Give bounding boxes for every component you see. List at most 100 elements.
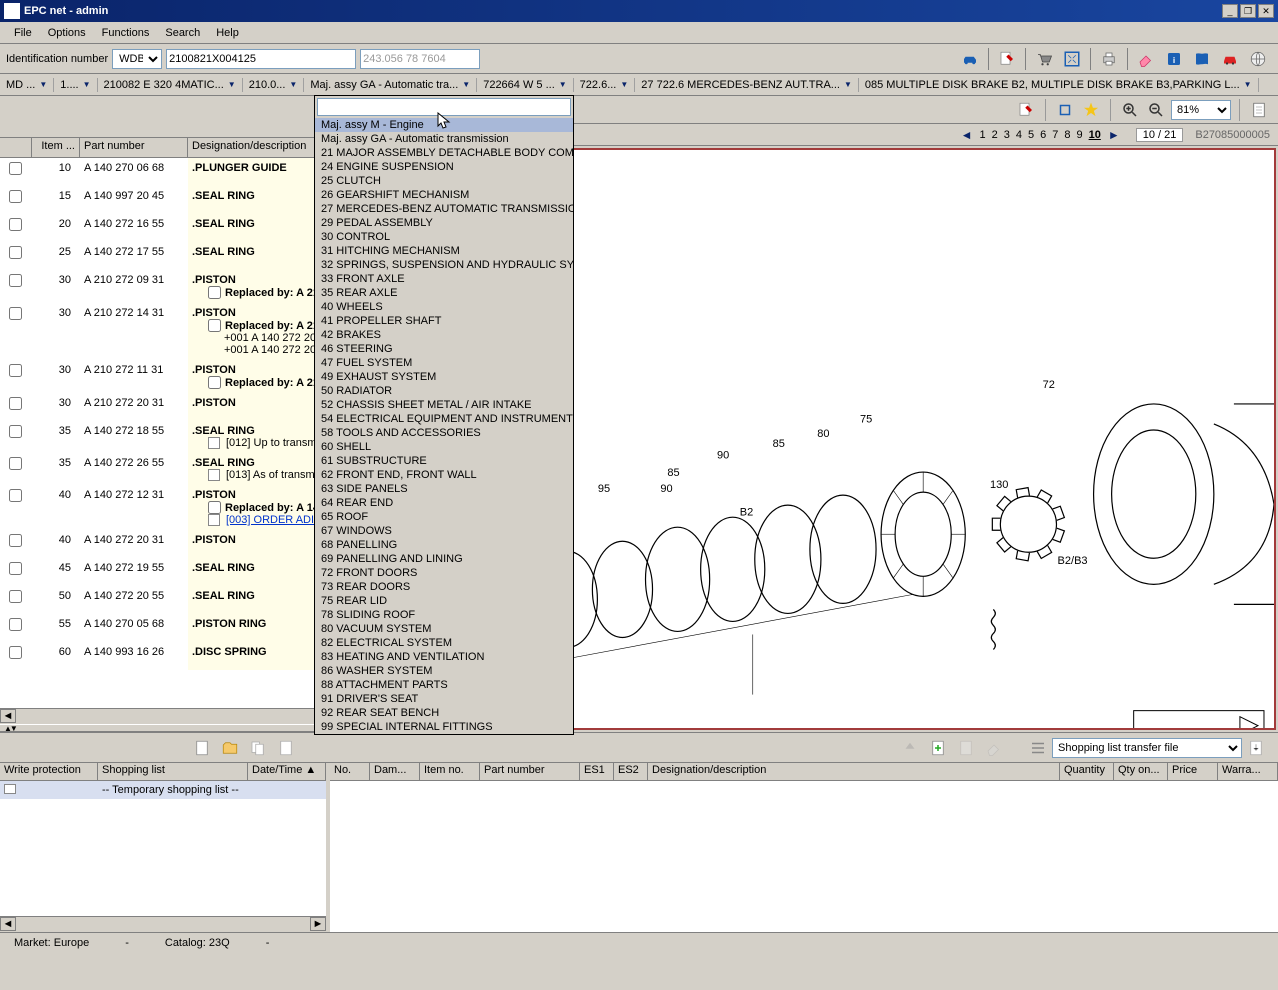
menu-functions[interactable]: Functions [94,25,158,41]
export-icon[interactable] [1244,736,1268,760]
doc-icon[interactable] [274,736,298,760]
dropdown-item[interactable]: 33 FRONT AXLE [315,272,573,286]
dropdown-item[interactable]: 78 SLIDING ROOF [315,608,573,622]
menu-help[interactable]: Help [208,25,247,41]
dropdown-item[interactable]: 27 MERCEDES-BENZ AUTOMATIC TRANSMISSION [315,202,573,216]
dropdown-item[interactable]: 88 ATTACHMENT PARTS [315,678,573,692]
shop-col[interactable]: Part number [480,763,580,780]
page-number[interactable]: 1 [976,129,988,141]
page-number[interactable]: 10 [1086,129,1104,141]
zoom-in-icon[interactable] [1119,99,1141,121]
page-number[interactable]: 5 [1025,129,1037,141]
note-icon[interactable] [1015,99,1037,121]
maximize-button[interactable]: ❐ [1240,4,1256,18]
dropdown-item[interactable]: 29 PEDAL ASSEMBLY [315,216,573,230]
remove-icon[interactable] [954,736,978,760]
minimize-button[interactable]: _ [1222,4,1238,18]
page-number[interactable]: 3 [1001,129,1013,141]
part-checkbox[interactable] [9,218,22,231]
replaced-checkbox[interactable] [208,319,221,332]
dropdown-item[interactable]: 82 ELECTRICAL SYSTEM [315,636,573,650]
part-checkbox[interactable] [9,425,22,438]
part-checkbox[interactable] [9,618,22,631]
dropdown-item[interactable]: 60 SHELL [315,440,573,454]
part-checkbox[interactable] [9,274,22,287]
dropdown-item[interactable]: 80 VACUUM SYSTEM [315,622,573,636]
dropdown-item[interactable]: 67 WINDOWS [315,524,573,538]
breadcrumb-item[interactable]: 085 MULTIPLE DISK BRAKE B2, MULTIPLE DIS… [859,78,1259,92]
page-number[interactable]: 6 [1037,129,1049,141]
replaced-checkbox[interactable] [208,286,221,299]
dropdown-item[interactable]: 32 SPRINGS, SUSPENSION AND HYDRAULIC SYS… [315,258,573,272]
dropdown-item[interactable]: 63 SIDE PANELS [315,482,573,496]
part-checkbox[interactable] [9,364,22,377]
dropdown-item[interactable]: 73 REAR DOORS [315,580,573,594]
part-checkbox[interactable] [9,562,22,575]
dropdown-item[interactable]: 26 GEARSHIFT MECHANISM [315,188,573,202]
part-checkbox[interactable] [9,489,22,502]
page-number[interactable]: 8 [1061,129,1073,141]
book-icon[interactable] [1190,47,1214,71]
globe-icon[interactable] [1246,47,1270,71]
col-write-protection[interactable]: Write protection [0,763,98,780]
shopping-list-row[interactable]: -- Temporary shopping list -- [0,781,326,799]
page-number[interactable]: 9 [1073,129,1085,141]
col-item[interactable]: Item ... [32,138,80,157]
dropdown-item[interactable]: 61 SUBSTRUCTURE [315,454,573,468]
breadcrumb-item[interactable]: 1....▼ [54,78,97,92]
close-button[interactable]: ✕ [1258,4,1274,18]
id-type-select[interactable]: WDB [112,49,162,69]
page-icon[interactable] [1248,99,1270,121]
breadcrumb-item[interactable]: 722.6...▼ [574,78,636,92]
replaced-checkbox[interactable] [208,501,221,514]
page-number[interactable]: 4 [1013,129,1025,141]
menu-file[interactable]: File [6,25,40,41]
part-checkbox[interactable] [9,534,22,547]
shop-col[interactable]: ES2 [614,763,648,780]
print-icon[interactable] [1097,47,1121,71]
dropdown-item[interactable]: 46 STEERING [315,342,573,356]
breadcrumb-item[interactable]: 210.0...▼ [243,78,305,92]
car-icon[interactable] [1218,47,1242,71]
dropdown-item[interactable]: 65 ROOF [315,510,573,524]
add-icon[interactable] [926,736,950,760]
dropdown-search-input[interactable] [317,98,571,116]
star-icon[interactable] [1080,99,1102,121]
note-edit-icon[interactable] [995,47,1019,71]
zoom-select[interactable]: 81% [1171,100,1231,120]
dropdown-item[interactable]: 31 HITCHING MECHANISM [315,244,573,258]
dropdown-item[interactable]: 75 REAR LID [315,594,573,608]
info-icon[interactable]: i [1162,47,1186,71]
shop-col[interactable]: Designation/description [648,763,1060,780]
dropdown-item[interactable]: 25 CLUTCH [315,174,573,188]
shop-col[interactable]: Warra... [1218,763,1278,780]
dropdown-item[interactable]: 72 FRONT DOORS [315,566,573,580]
part-checkbox[interactable] [9,590,22,603]
part-checkbox[interactable] [9,307,22,320]
breadcrumb-item[interactable]: 210082 E 320 4MATIC...▼ [98,78,243,92]
crop-icon[interactable] [1054,99,1076,121]
part-checkbox[interactable] [9,190,22,203]
dropdown-item[interactable]: 21 MAJOR ASSEMBLY DETACHABLE BODY COMP. [315,146,573,160]
erase-icon[interactable] [982,736,1006,760]
replaced-checkbox[interactable] [208,376,221,389]
transfer-icon[interactable] [1026,736,1050,760]
dropdown-item[interactable]: 52 CHASSIS SHEET METAL / AIR INTAKE [315,398,573,412]
shop-col[interactable]: ES1 [580,763,614,780]
vehicle-icon[interactable] [958,47,982,71]
dropdown-item[interactable]: 64 REAR END [315,496,573,510]
eraser-icon[interactable] [1134,47,1158,71]
order-link[interactable]: [003] ORDER ADI [226,514,314,526]
dropdown-item[interactable]: 83 HEATING AND VENTILATION [315,650,573,664]
id-hint-input[interactable] [360,49,480,69]
breadcrumb-item[interactable]: 27 722.6 MERCEDES-BENZ AUT.TRA...▼ [635,78,859,92]
part-checkbox[interactable] [9,162,22,175]
dropdown-item[interactable]: 62 FRONT END, FRONT WALL [315,468,573,482]
dropdown-item[interactable]: 50 RADIATOR [315,384,573,398]
prev-page-button[interactable]: ◄ [961,128,973,142]
dropdown-item[interactable]: 54 ELECTRICAL EQUIPMENT AND INSTRUMENTS [315,412,573,426]
shop-col[interactable]: Qty on... [1114,763,1168,780]
shop-col[interactable]: Dam... [370,763,420,780]
dropdown-item[interactable]: 91 DRIVER'S SEAT [315,692,573,706]
page-number[interactable]: 7 [1049,129,1061,141]
